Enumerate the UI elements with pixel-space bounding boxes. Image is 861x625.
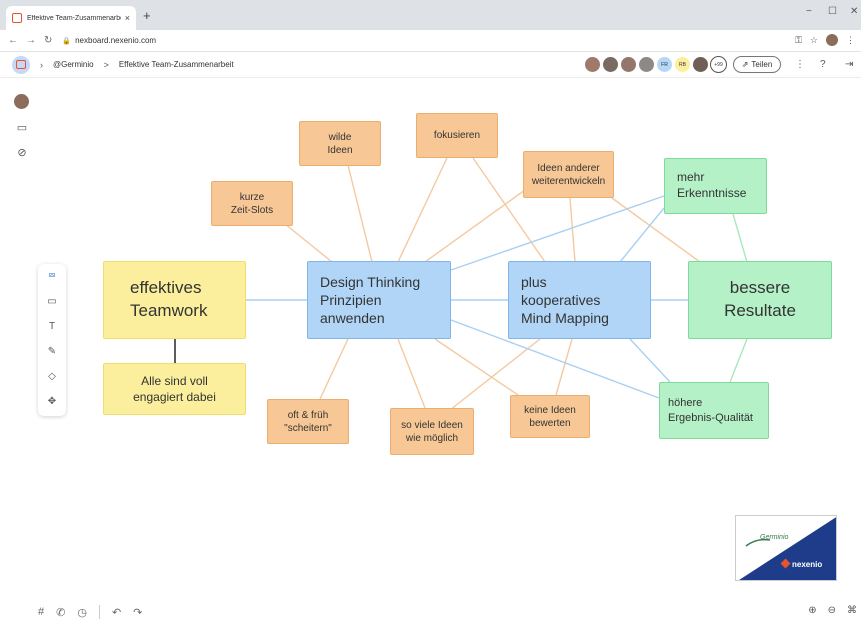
sticky-note-kurze-zeit-slots[interactable]: kurze Zeit-Slots	[211, 181, 293, 226]
text-tool-icon[interactable]: T	[38, 314, 66, 339]
tool-panel: ⮹ ▭ T ✎ ◇ ✥	[38, 264, 66, 416]
fit-to-screen-icon[interactable]: ⌘	[847, 605, 857, 616]
sticky-note-keine-ideen-bewerten[interactable]: keine Ideen bewerten	[510, 395, 590, 438]
history-icon[interactable]: ◷	[77, 606, 87, 619]
bottom-toolbar: # ✆ ◷ ↶ ↷	[38, 605, 142, 619]
sticky-note-bessere-resultate[interactable]: bessere Resultate	[688, 261, 832, 339]
connector-line	[619, 207, 665, 263]
connector-line	[397, 338, 426, 409]
zoom-out-icon[interactable]: ⊖	[828, 605, 836, 616]
pen-tool-icon[interactable]: ✎	[38, 339, 66, 364]
grid-icon[interactable]: #	[38, 606, 44, 618]
sticky-note-fokusieren[interactable]: fokusieren	[416, 113, 498, 158]
sticky-note-oft-frueh-scheitern[interactable]: oft & früh "scheitern"	[267, 399, 349, 444]
attachment-icon[interactable]: ⊘	[14, 146, 30, 159]
app-window: Effektive Team-Zusammenarbeit × + − ☐ ✕ …	[0, 0, 861, 625]
select-pointer-icon[interactable]: ⮹	[38, 264, 66, 289]
connector-line	[397, 157, 448, 263]
connector-line	[284, 223, 333, 263]
connector-line	[450, 195, 665, 271]
sticky-note-hoehere-qualitaet[interactable]: höhere Ergebnis-Qualität	[659, 382, 769, 439]
whiteboard-canvas[interactable]: wilde Ideen fokusieren Ideen anderer wei…	[0, 0, 861, 625]
connector-line	[629, 338, 671, 383]
sticky-note-effektives-teamwork[interactable]: effektives Teamwork	[103, 261, 246, 339]
connector-line	[732, 213, 748, 263]
sticky-note-mind-mapping[interactable]: plus kooperatives Mind Mapping	[508, 261, 651, 339]
connector-line	[555, 338, 573, 396]
connector-line	[319, 338, 349, 400]
divider	[98, 605, 100, 619]
sticky-note-alle-engagiert[interactable]: Alle sind voll engagiert dabei	[103, 363, 246, 415]
phone-icon[interactable]: ✆	[56, 606, 65, 619]
connector-line	[347, 164, 373, 263]
logo-background	[739, 517, 836, 580]
connector-line	[569, 197, 576, 263]
sticky-note-design-thinking[interactable]: Design Thinking Prinzipien anwenden	[307, 261, 451, 339]
redo-icon[interactable]: ↷	[133, 606, 142, 619]
sticky-note-ideen-anderer[interactable]: Ideen anderer weiterentwickeln	[523, 151, 614, 198]
move-tool-icon[interactable]: ✥	[38, 389, 66, 414]
folder-icon[interactable]: ▭	[14, 121, 30, 134]
left-sidebar: ▭ ⊘	[14, 94, 30, 171]
sticky-note-tool-icon[interactable]: ▭	[38, 289, 66, 314]
zoom-controls: ⊕ ⊖ ⌘	[808, 605, 857, 616]
user-avatar[interactable]	[14, 94, 29, 109]
eraser-tool-icon[interactable]: ◇	[38, 364, 66, 389]
germinio-logo-text: Germinio	[760, 534, 789, 541]
undo-icon[interactable]: ↶	[112, 606, 121, 619]
nexenio-logo-text: nexenio	[792, 560, 823, 569]
sticky-note-wilde-ideen[interactable]: wilde Ideen	[299, 121, 381, 166]
germinio-nexenio-logo[interactable]: Germinio nexenio	[735, 515, 837, 581]
connector-line	[729, 338, 748, 383]
zoom-in-icon[interactable]: ⊕	[808, 605, 816, 616]
sticky-note-mehr-erkenntnisse[interactable]: mehr Erkenntnisse	[664, 158, 767, 214]
sticky-note-so-viele-ideen[interactable]: so viele Ideen wie möglich	[390, 408, 474, 455]
connector-line	[424, 189, 526, 263]
